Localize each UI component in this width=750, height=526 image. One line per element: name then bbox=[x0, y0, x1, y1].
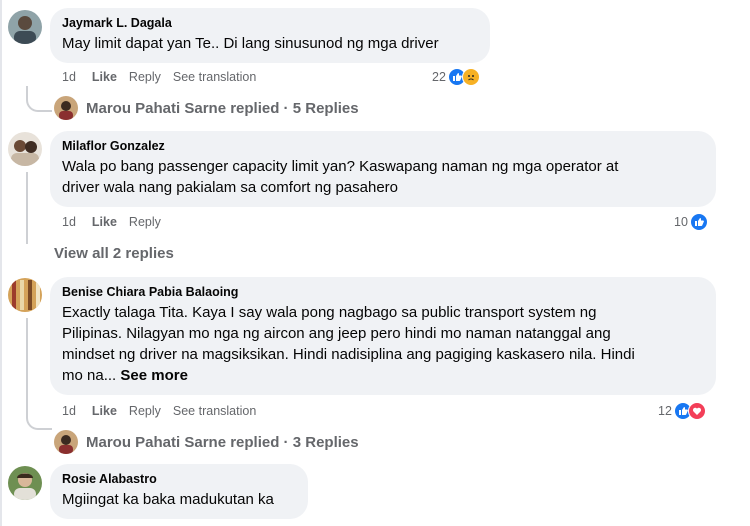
comments-panel: Jaymark L. Dagala May limit dapat yan Te… bbox=[0, 0, 750, 526]
avatar[interactable] bbox=[8, 10, 42, 44]
comment-text-line: mo na... See more bbox=[62, 365, 704, 386]
sad-icon bbox=[461, 68, 480, 86]
comment-text: May limit dapat yan Te.. Di lang sinusun… bbox=[62, 35, 439, 52]
comment-actions: 1d Like Reply See translation bbox=[62, 404, 268, 418]
comment-text-line: mindset ng driver na magsiksikan. Hindi … bbox=[62, 346, 635, 363]
see-more-button[interactable]: See more bbox=[120, 367, 188, 384]
reaction-count: 12 bbox=[658, 404, 672, 418]
reaction-summary[interactable]: 22 bbox=[432, 68, 480, 86]
separator: · bbox=[279, 433, 293, 451]
comment-actions: 1d Like Reply bbox=[62, 215, 173, 229]
reaction-summary[interactable]: 12 bbox=[658, 402, 706, 420]
comment-text: Wala po bang passenger capacity limit ya… bbox=[62, 156, 704, 198]
comment-author[interactable]: Rosie Alabastro bbox=[62, 472, 296, 486]
comment-text-line: Exactly talaga Tita. Kaya I say wala pon… bbox=[62, 304, 597, 321]
comment-actions: 1d Like Reply See translation bbox=[62, 70, 268, 84]
comment-author[interactable]: Benise Chiara Pabia Balaoing bbox=[62, 285, 704, 299]
avatar[interactable] bbox=[8, 466, 42, 500]
thread-connector bbox=[26, 86, 52, 112]
comment-bubble: Jaymark L. Dagala May limit dapat yan Te… bbox=[50, 8, 490, 63]
like-icon bbox=[689, 213, 708, 231]
like-button[interactable]: Like bbox=[92, 70, 117, 84]
view-replies-button[interactable]: Marou Pahati Sarne replied · 3 Replies bbox=[54, 430, 359, 454]
thread-connector bbox=[26, 172, 28, 244]
comment-time[interactable]: 1d bbox=[62, 404, 76, 418]
avatar bbox=[54, 430, 78, 454]
reaction-count: 22 bbox=[432, 70, 446, 84]
comment-author[interactable]: Jaymark L. Dagala bbox=[62, 16, 478, 30]
replies-count: 3 Replies bbox=[292, 433, 359, 451]
comment-text-line: Pilipinas. Nilagyan mo nga ng aircon ang… bbox=[62, 325, 611, 342]
see-translation-link[interactable]: See translation bbox=[173, 70, 256, 84]
like-button[interactable]: Like bbox=[92, 215, 117, 229]
view-replies-button[interactable]: Marou Pahati Sarne replied · 5 Replies bbox=[54, 96, 359, 120]
avatar[interactable] bbox=[8, 278, 42, 312]
see-translation-link[interactable]: See translation bbox=[173, 404, 256, 418]
reply-button[interactable]: Reply bbox=[129, 215, 161, 229]
comment-time[interactable]: 1d bbox=[62, 70, 76, 84]
like-button[interactable]: Like bbox=[92, 404, 117, 418]
reaction-count: 10 bbox=[674, 215, 688, 229]
comment-time[interactable]: 1d bbox=[62, 215, 76, 229]
replies-author: Marou Pahati Sarne replied bbox=[86, 433, 280, 451]
replies-count: 5 Replies bbox=[292, 99, 359, 117]
thread-connector bbox=[26, 318, 52, 430]
love-icon bbox=[687, 402, 706, 420]
view-all-replies-button[interactable]: View all 2 replies bbox=[54, 245, 174, 262]
avatar[interactable] bbox=[8, 132, 42, 166]
truncated-text: mo na... bbox=[62, 367, 117, 384]
reply-button[interactable]: Reply bbox=[129, 70, 161, 84]
comment-text: Mgiingat ka baka madukutan ka bbox=[62, 491, 274, 508]
comment-bubble: Benise Chiara Pabia Balaoing Exactly tal… bbox=[50, 277, 716, 395]
comment-author[interactable]: Milaflor Gonzalez bbox=[62, 139, 704, 153]
comment-bubble: Milaflor Gonzalez Wala po bang passenger… bbox=[50, 131, 716, 207]
reply-button[interactable]: Reply bbox=[129, 404, 161, 418]
comment-text: Exactly talaga Tita. Kaya I say wala pon… bbox=[62, 302, 704, 386]
replies-author: Marou Pahati Sarne replied bbox=[86, 99, 280, 117]
reaction-summary[interactable]: 10 bbox=[674, 213, 708, 231]
comment-text-line: Wala po bang passenger capacity limit ya… bbox=[62, 158, 619, 175]
comment-text-line: driver wala nang pakialam sa comfort ng … bbox=[62, 179, 399, 196]
separator: · bbox=[279, 99, 293, 117]
comment-bubble: Rosie Alabastro Mgiingat ka baka madukut… bbox=[50, 464, 308, 519]
avatar bbox=[54, 96, 78, 120]
